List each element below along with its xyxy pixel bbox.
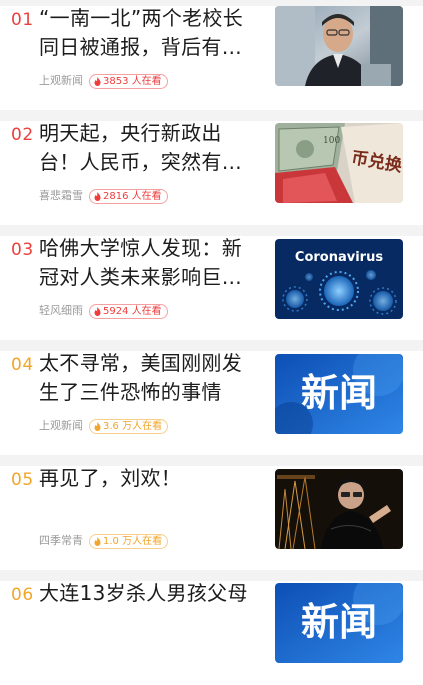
rank-number: 05 (11, 470, 34, 490)
news-thumbnail[interactable]: 100 币兑换 (275, 123, 403, 203)
news-meta: 喜悲霜雪 2816 人在看 (39, 188, 168, 204)
news-thumbnail[interactable]: 新闻 (275, 354, 403, 434)
flame-icon (94, 306, 101, 316)
news-source: 四季常青 (39, 534, 83, 547)
thumb-overlay-text: Coronavirus (295, 250, 383, 265)
news-meta: 四季常青 1.0 万人在看 (39, 533, 169, 549)
flame-icon (94, 421, 101, 431)
news-title[interactable]: 大连13岁杀人男孩父母 (39, 579, 261, 608)
news-source: 上观新闻 (39, 419, 83, 432)
watching-badge: 5924 人在看 (89, 303, 168, 319)
news-thumbnail[interactable] (275, 469, 403, 549)
news-meta: 轻风细雨 5924 人在看 (39, 303, 168, 319)
news-thumbnail[interactable]: Coronavirus (275, 239, 403, 319)
singer-stage-image (275, 469, 403, 549)
news-item-04[interactable]: 04 太不寻常，美国刚刚发生了三件恐怖的事情 上观新闻 3.6 万人在看 新闻 (0, 351, 423, 455)
news-item-01[interactable]: 01 “一南一北”两个老校长同日被通报，背后有… 上观新闻 3853 人在看 (0, 6, 423, 110)
rank-number: 01 (11, 10, 34, 30)
watching-badge: 3853 人在看 (89, 73, 168, 89)
flame-icon (94, 536, 101, 546)
news-title[interactable]: 太不寻常，美国刚刚发生了三件恐怖的事情 (39, 349, 261, 407)
watching-count: 3.6 万人在看 (103, 420, 163, 432)
rank-number: 06 (11, 585, 34, 605)
flame-icon (94, 191, 101, 201)
flame-icon (94, 76, 101, 86)
svg-text:100: 100 (323, 136, 340, 146)
news-title[interactable]: 明天起，央行新政出台！人民币，突然有… (39, 119, 261, 177)
thumb-overlay-text: 新闻 (301, 600, 377, 644)
watching-badge: 3.6 万人在看 (89, 418, 169, 434)
news-title[interactable]: “一南一北”两个老校长同日被通报，背后有… (39, 4, 261, 62)
news-ranking-list: 01 “一南一北”两个老校长同日被通报，背后有… 上观新闻 3853 人在看 0… (0, 0, 423, 685)
news-item-02[interactable]: 02 明天起，央行新政出台！人民币，突然有… 喜悲霜雪 2816 人在看 100… (0, 121, 423, 225)
rank-number: 02 (11, 125, 34, 145)
news-banner-image: 新闻 (275, 354, 403, 434)
watching-badge: 1.0 万人在看 (89, 533, 169, 549)
news-banner-image: 新闻 (275, 583, 403, 663)
watching-badge: 2816 人在看 (89, 188, 168, 204)
rank-number: 03 (11, 240, 34, 260)
watching-count: 1.0 万人在看 (103, 535, 163, 547)
watching-count: 2816 人在看 (103, 190, 162, 202)
official-portrait-image (275, 6, 403, 86)
news-thumbnail[interactable] (275, 6, 403, 86)
thumb-overlay-text: 新闻 (301, 371, 377, 415)
coronavirus-image: Coronavirus (275, 239, 403, 319)
news-meta: 上观新闻 3853 人在看 (39, 73, 168, 89)
news-item-05[interactable]: 05 再见了，刘欢！ 四季常青 1.0 万人在看 (0, 466, 423, 570)
news-title[interactable]: 再见了，刘欢！ (39, 464, 261, 493)
watching-count: 3853 人在看 (103, 75, 162, 87)
news-item-03[interactable]: 03 哈佛大学惊人发现：新冠对人类未来影响巨… 轻风细雨 5924 人在看 Co… (0, 236, 423, 340)
news-source: 轻风细雨 (39, 304, 83, 317)
news-thumbnail[interactable]: 新闻 (275, 583, 403, 663)
news-meta: 上观新闻 3.6 万人在看 (39, 418, 169, 434)
news-item-06[interactable]: 06 大连13岁杀人男孩父母 新闻 (0, 581, 423, 685)
watching-count: 5924 人在看 (103, 305, 162, 317)
news-source: 喜悲霜雪 (39, 189, 83, 202)
news-title[interactable]: 哈佛大学惊人发现：新冠对人类未来影响巨… (39, 234, 261, 292)
currency-exchange-image: 100 币兑换 (275, 123, 403, 203)
news-source: 上观新闻 (39, 74, 83, 87)
rank-number: 04 (11, 355, 34, 375)
